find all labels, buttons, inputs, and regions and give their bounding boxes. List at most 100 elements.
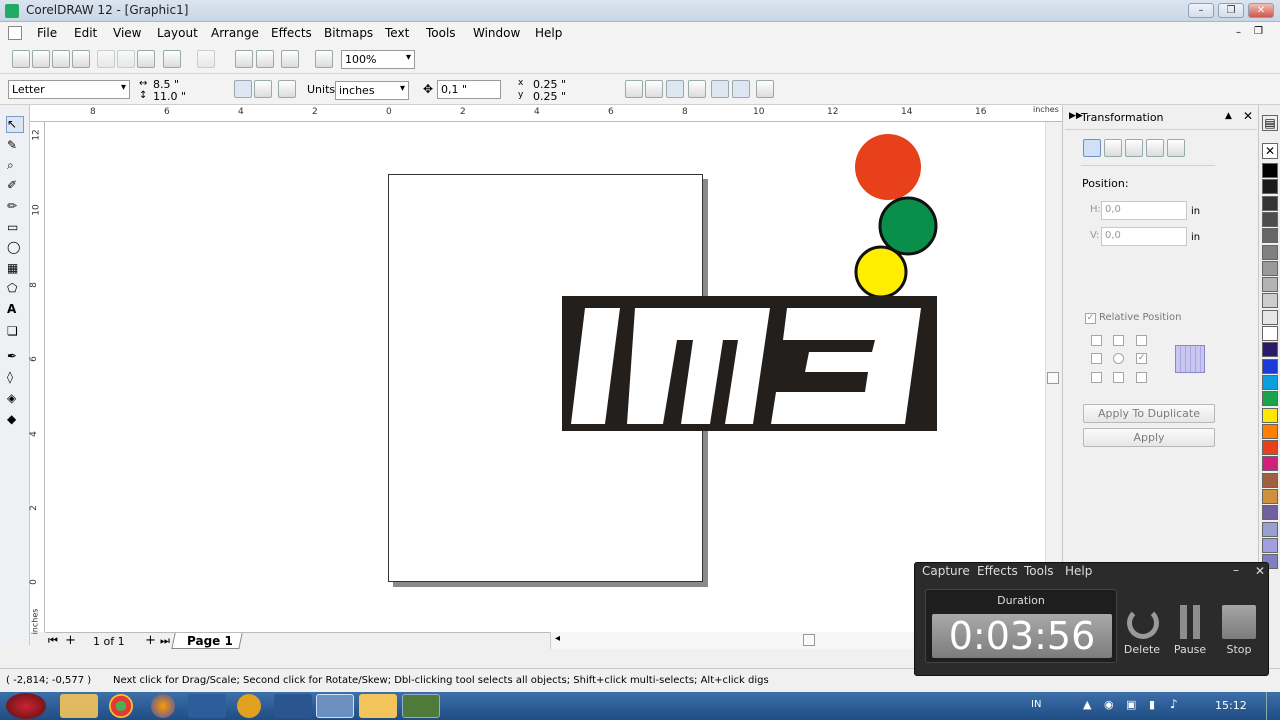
color-swatch[interactable] — [1262, 505, 1278, 521]
stop-icon[interactable] — [1222, 605, 1256, 639]
horizontal-ruler[interactable]: 8 6 4 2 0 2 4 6 8 10 12 14 16 inches — [30, 105, 1062, 122]
vertical-scroll-thumb[interactable] — [1047, 372, 1059, 384]
color-swatch[interactable] — [1262, 211, 1278, 227]
tray-app-icon[interactable]: ◉ — [1104, 698, 1114, 711]
paste-icon[interactable] — [137, 50, 155, 68]
rectangle-tool-icon[interactable]: ▭ — [6, 219, 24, 236]
menu-layout[interactable]: Layout — [157, 26, 198, 40]
options-icon[interactable] — [756, 80, 774, 98]
volume-icon[interactable]: ♪ — [1170, 697, 1178, 711]
artwork[interactable] — [555, 130, 945, 440]
color-swatch[interactable] — [1262, 277, 1278, 293]
anchor-middle-left-checkbox[interactable] — [1091, 353, 1102, 364]
save-icon[interactable] — [52, 50, 70, 68]
freehand-tool-icon[interactable]: ✐ — [6, 177, 24, 194]
landscape-icon[interactable] — [254, 80, 272, 98]
shape-tool-icon[interactable]: ✎ — [6, 137, 24, 154]
menu-effects[interactable]: Effects — [271, 26, 312, 40]
doc-minimize-button[interactable]: – — [1236, 27, 1241, 38]
interactive-fill-tool-icon[interactable]: ◆ — [6, 411, 24, 428]
relative-position-checkbox[interactable]: ✓ — [1085, 313, 1096, 324]
vertical-ruler[interactable]: 12 10 8 6 4 2 0 inches — [29, 122, 45, 634]
color-swatch[interactable] — [1262, 260, 1278, 276]
ellipse-tool-icon[interactable]: ◯ — [6, 239, 24, 256]
rotate-tab-icon[interactable] — [1104, 139, 1122, 157]
anchor-bottom-right-checkbox[interactable] — [1136, 372, 1147, 383]
pause-icon-bar-right[interactable] — [1193, 605, 1200, 639]
docker-menu-icon[interactable]: ▲ — [1225, 111, 1232, 121]
minimize-button[interactable]: – — [1188, 3, 1214, 18]
snap-guidelines-icon[interactable] — [645, 80, 663, 98]
docker-close-icon[interactable]: ✕ — [1243, 109, 1253, 123]
app-taskbar-icon[interactable] — [188, 694, 226, 718]
chrome-taskbar-icon[interactable] — [109, 694, 133, 718]
vlc-taskbar-icon[interactable] — [237, 694, 261, 718]
menu-window[interactable]: Window — [473, 26, 520, 40]
color-swatch[interactable] — [1262, 244, 1278, 260]
treat-as-filled-icon[interactable] — [711, 80, 729, 98]
color-swatch[interactable] — [1262, 440, 1278, 456]
page-tab-label[interactable]: Page 1 — [187, 634, 233, 648]
pause-button[interactable]: Pause — [1170, 643, 1210, 656]
anchor-middle-right-checkbox[interactable]: ✓ — [1136, 353, 1147, 364]
new-icon[interactable] — [12, 50, 30, 68]
recorder-menu-help[interactable]: Help — [1065, 564, 1092, 578]
yellow-circle[interactable] — [854, 245, 908, 299]
menu-text[interactable]: Text — [385, 26, 409, 40]
coreldraw-taskbar-icon[interactable] — [402, 694, 440, 718]
recorder-menu-effects[interactable]: Effects — [977, 564, 1018, 578]
add-page-after-button[interactable]: + — [145, 633, 156, 648]
all-pages-icon[interactable] — [278, 80, 296, 98]
copy-icon[interactable] — [117, 50, 135, 68]
position-tab-icon[interactable] — [1083, 139, 1101, 157]
menu-bitmaps[interactable]: Bitmaps — [324, 26, 373, 40]
color-swatch[interactable] — [1262, 374, 1278, 390]
color-swatch[interactable] — [1262, 163, 1278, 178]
vertical-scrollbar[interactable] — [1045, 122, 1060, 632]
color-swatch[interactable] — [1262, 456, 1278, 472]
language-indicator[interactable]: IN — [1031, 699, 1041, 710]
recorder-menu-tools[interactable]: Tools — [1024, 564, 1054, 578]
pause-icon-bar-left[interactable] — [1180, 605, 1187, 639]
size-tab-icon[interactable] — [1146, 139, 1164, 157]
notepad-taskbar-icon[interactable] — [316, 694, 354, 718]
folder-taskbar-icon[interactable] — [359, 694, 397, 718]
duplicate-y-field[interactable]: 0.25 " — [533, 90, 566, 103]
snap-grid-icon[interactable] — [625, 80, 643, 98]
menu-help[interactable]: Help — [535, 26, 562, 40]
stop-button[interactable]: Stop — [1219, 643, 1259, 656]
color-swatch[interactable] — [1262, 195, 1278, 211]
color-swatch[interactable] — [1262, 228, 1278, 244]
red-circle[interactable] — [855, 134, 921, 200]
outline-tool-icon[interactable]: ◊ — [6, 369, 24, 386]
no-fill-swatch[interactable]: ✕ — [1262, 143, 1278, 159]
maximize-button[interactable]: ❐ — [1218, 3, 1244, 18]
scale-mirror-tab-icon[interactable] — [1125, 139, 1143, 157]
draw-fill-icon[interactable] — [732, 80, 750, 98]
color-swatch[interactable] — [1262, 309, 1278, 325]
text-tool-icon[interactable]: A — [6, 301, 24, 318]
menu-file[interactable]: File — [37, 26, 57, 40]
paper-type-dropdown[interactable]: Letter — [8, 80, 130, 99]
zoom-tool-icon[interactable]: ⌕ — [6, 157, 24, 174]
corel-online-icon[interactable] — [315, 50, 333, 68]
menu-view[interactable]: View — [113, 26, 141, 40]
open-icon[interactable] — [32, 50, 50, 68]
application-launcher-icon[interactable] — [281, 50, 299, 68]
last-page-button[interactable]: ⏭ — [160, 634, 170, 648]
first-page-button[interactable]: ⏮ — [48, 634, 58, 648]
color-swatch[interactable] — [1262, 472, 1278, 488]
add-page-before-button[interactable]: + — [65, 633, 76, 648]
color-swatch[interactable] — [1262, 326, 1278, 341]
color-swatch[interactable] — [1262, 342, 1278, 358]
color-swatch[interactable] — [1262, 537, 1278, 553]
firefox-taskbar-icon[interactable] — [151, 694, 175, 718]
fill-tool-icon[interactable]: ◈ — [6, 390, 24, 407]
apply-button[interactable]: Apply — [1083, 428, 1215, 447]
export-icon[interactable] — [256, 50, 274, 68]
tray-security-icon[interactable]: ▣ — [1126, 698, 1136, 711]
menu-arrange[interactable]: Arrange — [211, 26, 259, 40]
cut-icon[interactable] — [97, 50, 115, 68]
zoom-dropdown[interactable]: 100% — [341, 50, 415, 69]
anchor-center-radio[interactable] — [1113, 353, 1124, 364]
